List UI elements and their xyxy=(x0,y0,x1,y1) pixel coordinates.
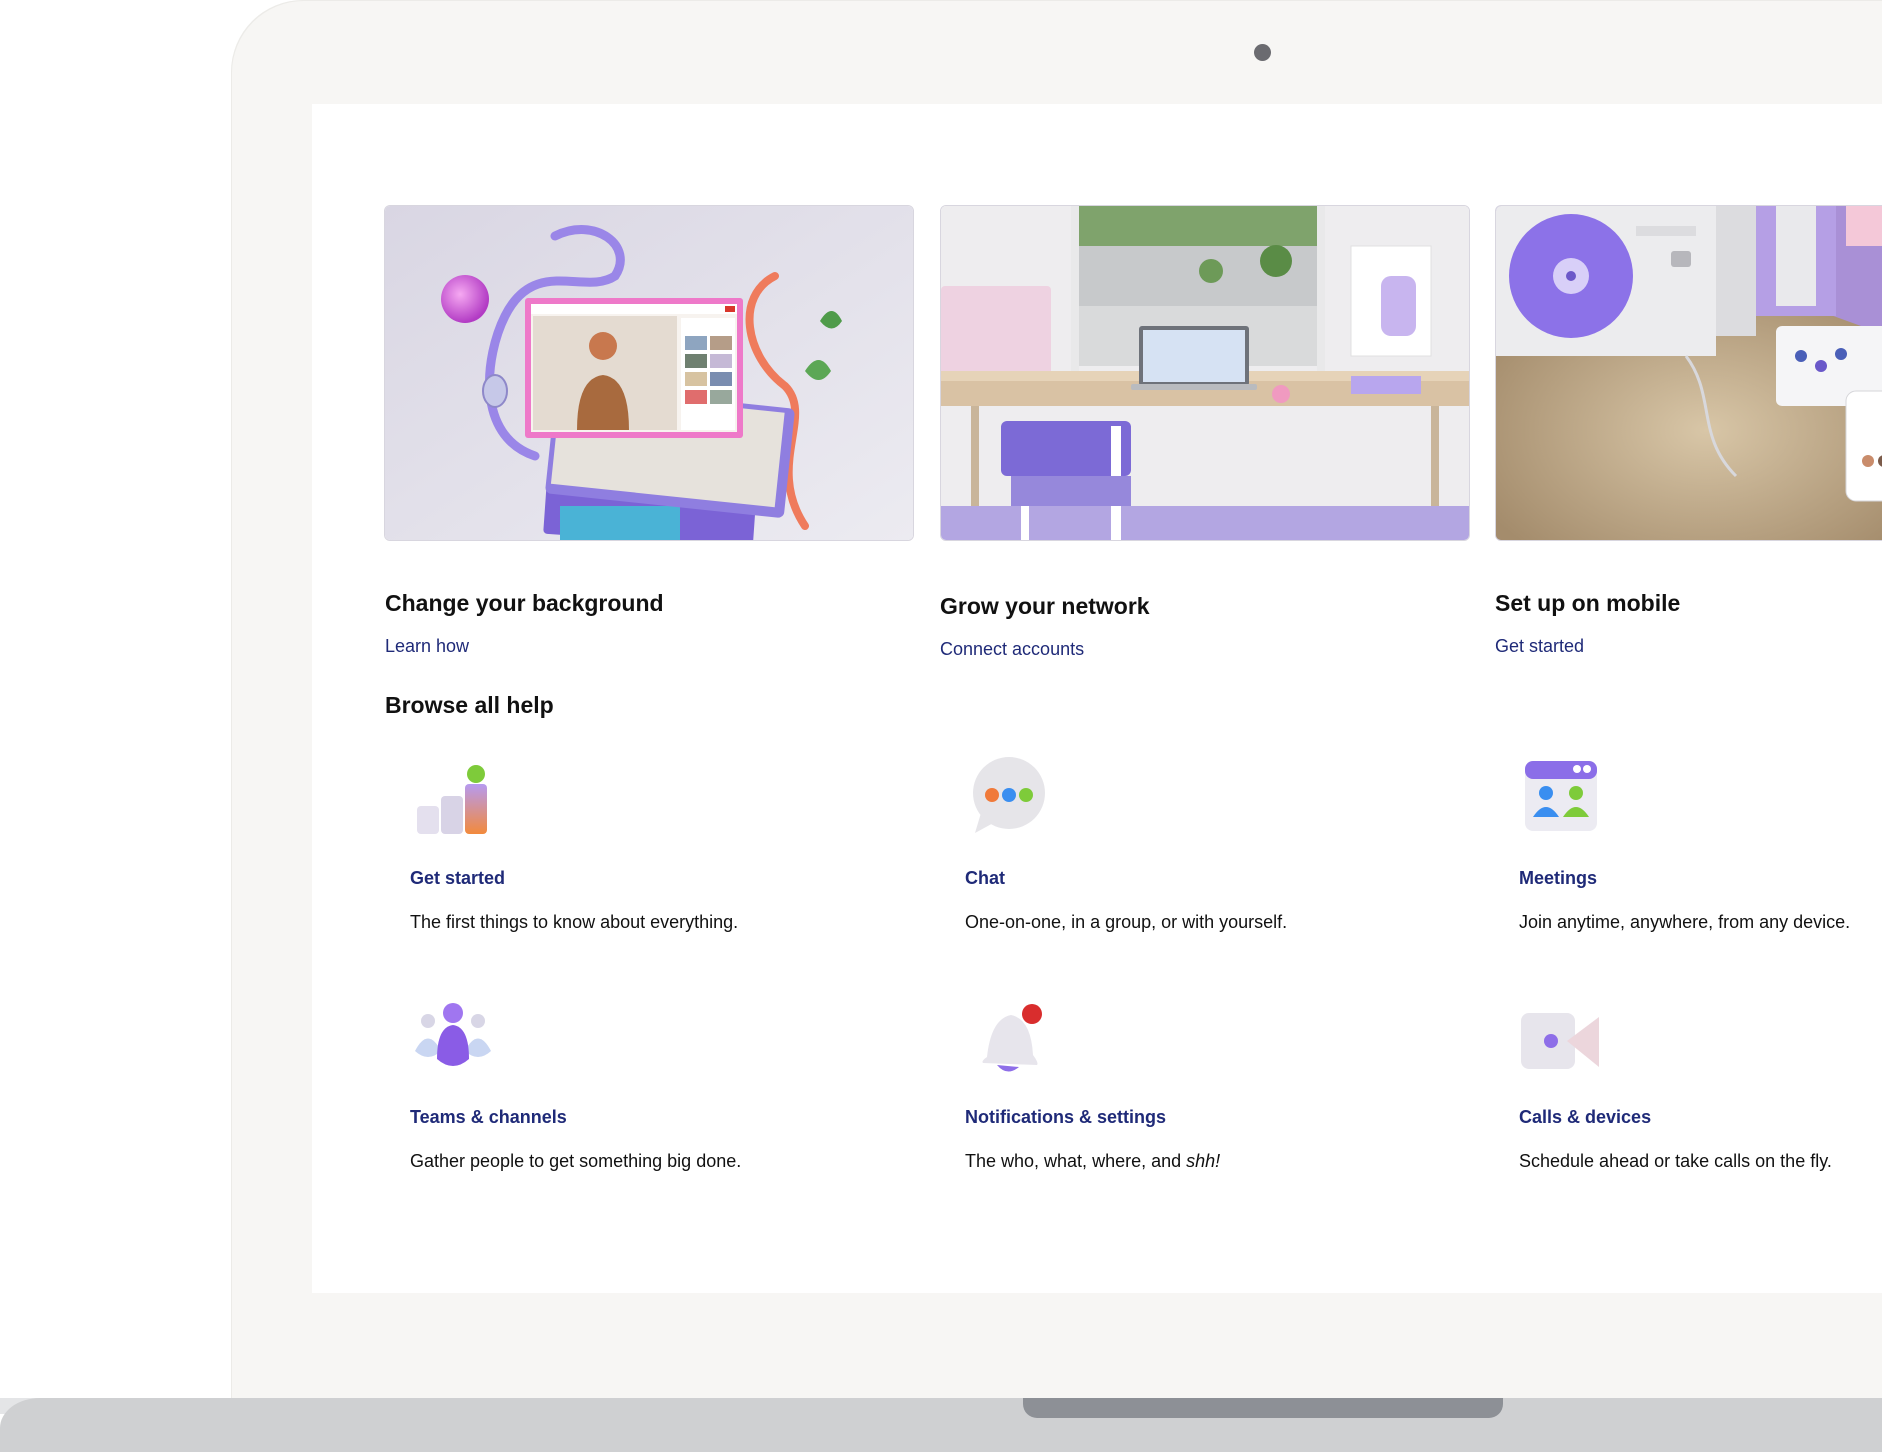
help-chat-desc: One-on-one, in a group, or with yourself… xyxy=(965,912,1288,932)
help-calls-devices-link[interactable]: Calls & devices xyxy=(1519,1107,1651,1128)
get-started-link[interactable]: Get started xyxy=(1495,636,1584,657)
grow-network-title: Grow your network xyxy=(940,593,1150,619)
people-group-icon xyxy=(413,999,493,1079)
setup-mobile-title: Set up on mobile xyxy=(1495,590,1681,616)
help-teams-channels-link[interactable]: Teams & channels xyxy=(410,1107,567,1128)
help-chat-link[interactable]: Chat xyxy=(965,868,1005,889)
bell-icon xyxy=(967,999,1047,1079)
laptop-hinge xyxy=(1023,1398,1503,1418)
screen: Change your background Learn how Grow yo… xyxy=(312,104,1882,1293)
connect-accounts-link[interactable]: Connect accounts xyxy=(940,639,1084,660)
video-camera-icon xyxy=(1519,999,1599,1079)
help-notifications-settings-desc: The who, what, where, and shh! xyxy=(965,1151,1221,1171)
help-get-started-desc: The first things to know about everythin… xyxy=(410,912,739,932)
help-get-started-link[interactable]: Get started xyxy=(410,868,505,889)
change-background-image[interactable] xyxy=(384,205,914,541)
setup-mobile-image[interactable] xyxy=(1495,205,1882,541)
browse-all-help-heading: Browse all help xyxy=(385,692,554,718)
chat-bubble-icon xyxy=(967,755,1047,835)
webcam-icon xyxy=(1254,44,1271,61)
meeting-window-icon xyxy=(1521,755,1601,835)
help-calls-devices-desc: Schedule ahead or take calls on the fly. xyxy=(1519,1151,1832,1171)
help-meetings-desc: Join anytime, anywhere, from any device. xyxy=(1519,912,1851,932)
grow-network-image[interactable] xyxy=(940,205,1470,541)
change-background-title: Change your background xyxy=(385,590,664,616)
help-notifications-settings-link[interactable]: Notifications & settings xyxy=(965,1107,1166,1128)
laptop-base xyxy=(0,1398,1882,1452)
help-meetings-link[interactable]: Meetings xyxy=(1519,868,1597,889)
bar-chart-icon xyxy=(413,760,493,840)
help-teams-channels-desc: Gather people to get something big done. xyxy=(410,1151,742,1171)
learn-how-link[interactable]: Learn how xyxy=(385,636,469,657)
